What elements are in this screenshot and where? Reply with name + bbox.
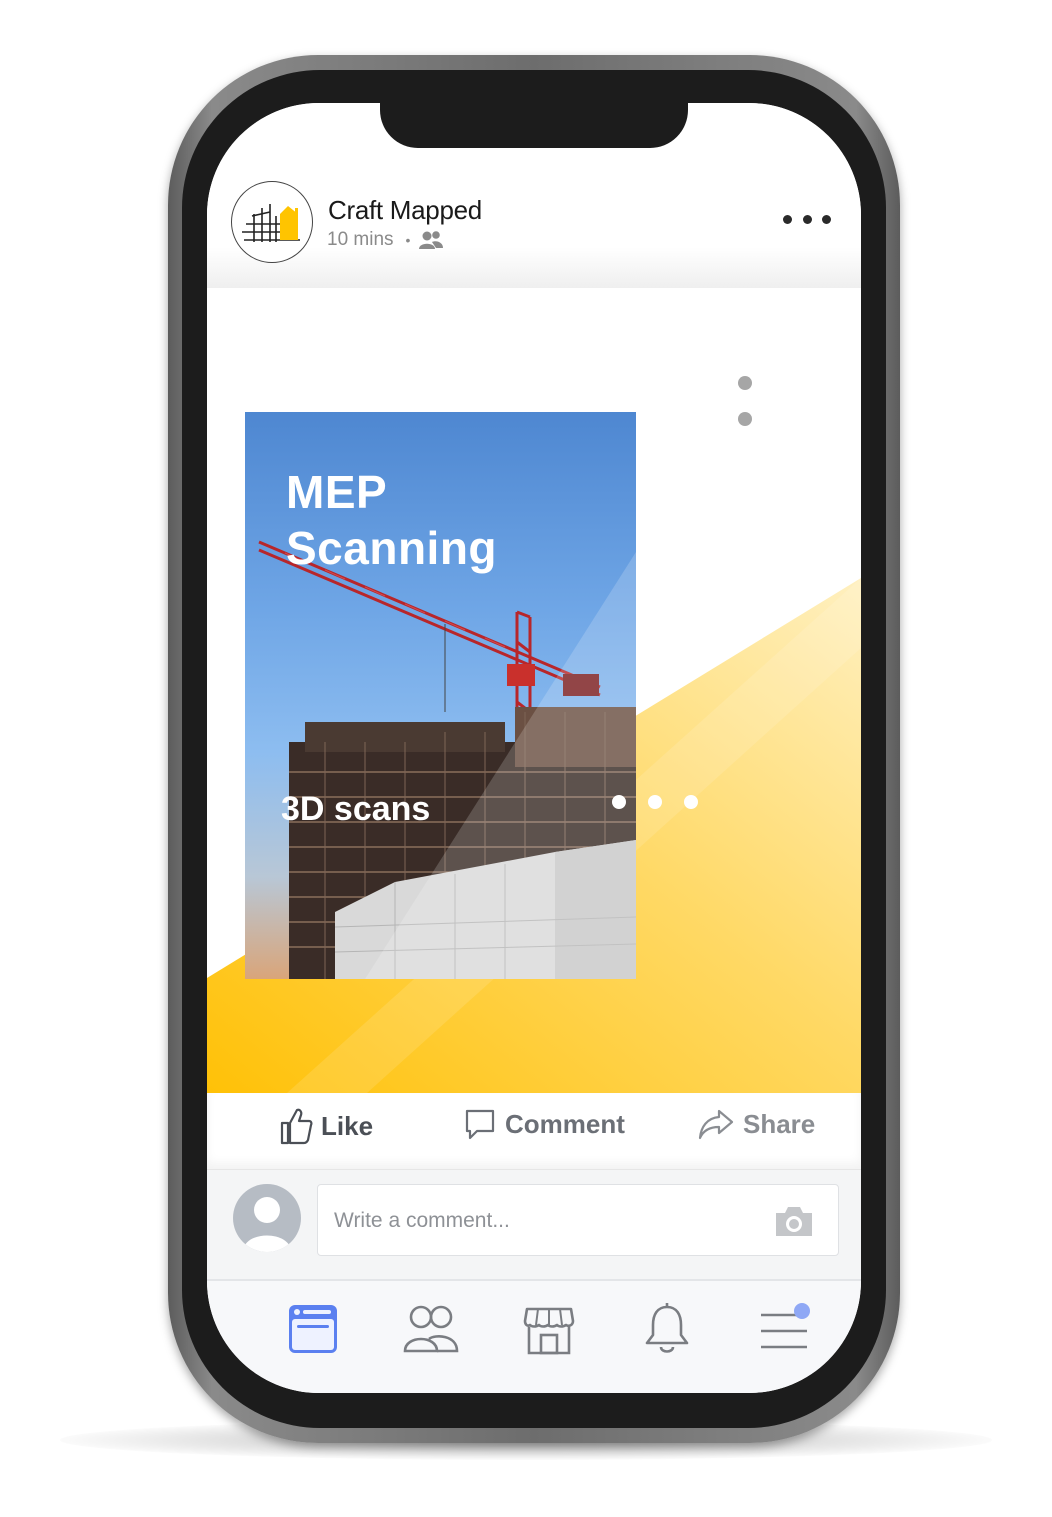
comment-placeholder: Write a comment... bbox=[334, 1209, 510, 1232]
horizontal-dots-decoration bbox=[612, 795, 720, 809]
more-dot-icon bbox=[783, 214, 792, 224]
post-actions: Like Comment Share bbox=[207, 1093, 861, 1169]
user-avatar[interactable] bbox=[233, 1184, 301, 1252]
craft-mapped-logo-icon bbox=[242, 204, 300, 242]
dot-icon bbox=[612, 795, 626, 809]
app-screen: Craft Mapped 10 mins • MEP Scanning 3D s… bbox=[0, 0, 1052, 1517]
dot-icon bbox=[684, 795, 698, 809]
tab-menu[interactable] bbox=[757, 1301, 813, 1357]
page-avatar[interactable] bbox=[231, 181, 313, 263]
phone-screen: Craft Mapped 10 mins • MEP Scanning 3D s… bbox=[207, 103, 861, 1393]
comment-bubble-icon bbox=[465, 1109, 495, 1140]
comment-button[interactable]: Comment bbox=[463, 1107, 625, 1141]
like-button[interactable]: Like bbox=[279, 1107, 373, 1145]
post-image[interactable]: MEP Scanning 3D scans bbox=[207, 288, 861, 1093]
bell-icon bbox=[645, 1303, 689, 1353]
news-feed-icon bbox=[289, 1305, 337, 1353]
comment-input[interactable]: Write a comment... bbox=[317, 1184, 839, 1256]
friends-icon bbox=[419, 231, 444, 249]
like-label: Like bbox=[321, 1110, 374, 1141]
share-button[interactable]: Share bbox=[697, 1107, 815, 1141]
comment-composer: Write a comment... bbox=[207, 1169, 861, 1280]
card-subtitle: 3D scans bbox=[281, 790, 431, 828]
card-title: MEP Scanning bbox=[286, 466, 498, 574]
camera-icon[interactable] bbox=[772, 1203, 816, 1239]
friends-icon bbox=[403, 1305, 459, 1353]
dot-icon bbox=[738, 412, 752, 426]
phone-notch bbox=[380, 103, 688, 148]
meta-separator: • bbox=[405, 232, 411, 248]
tab-friends[interactable] bbox=[401, 1301, 459, 1357]
share-label: Share bbox=[743, 1108, 816, 1139]
user-silhouette-icon bbox=[243, 1197, 291, 1252]
dot-icon bbox=[738, 376, 752, 390]
dot-icon bbox=[648, 795, 662, 809]
share-arrow-icon bbox=[698, 1109, 734, 1140]
notification-dot-icon bbox=[794, 1303, 810, 1319]
comment-label: Comment bbox=[505, 1108, 625, 1139]
tab-marketplace[interactable] bbox=[521, 1301, 577, 1357]
tab-news-feed[interactable] bbox=[285, 1301, 341, 1357]
tab-notifications[interactable] bbox=[639, 1301, 695, 1357]
post-meta: 10 mins • bbox=[327, 229, 444, 251]
thumbs-up-icon bbox=[280, 1108, 313, 1145]
marketplace-icon bbox=[523, 1307, 575, 1355]
bottom-navigation bbox=[207, 1279, 861, 1393]
more-dot-icon bbox=[802, 214, 812, 224]
more-dot-icon bbox=[822, 214, 831, 224]
vertical-dots-decoration bbox=[738, 376, 752, 448]
more-options-button[interactable] bbox=[783, 207, 831, 231]
promo-card[interactable]: MEP Scanning 3D scans bbox=[245, 412, 636, 979]
menu-icon bbox=[761, 1303, 810, 1349]
post-time[interactable]: 10 mins bbox=[327, 229, 394, 251]
page-name[interactable]: Craft Mapped bbox=[328, 195, 482, 226]
